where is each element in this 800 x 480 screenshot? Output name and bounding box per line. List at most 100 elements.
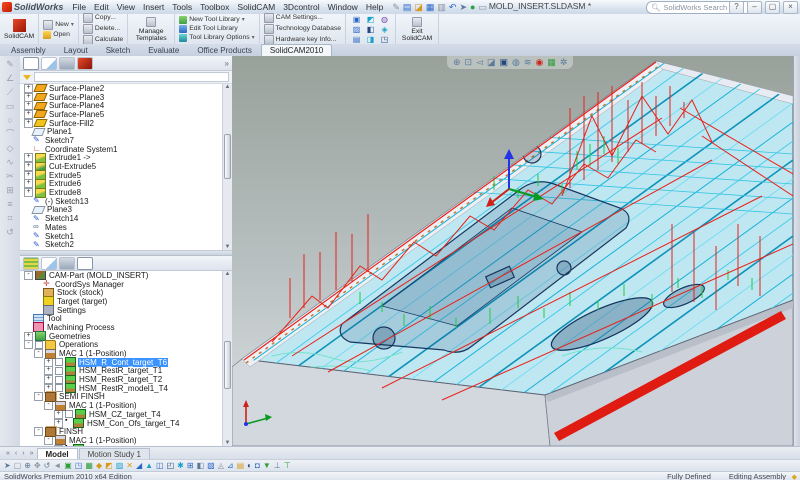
feature-label[interactable]: Sketch2 <box>44 240 75 249</box>
maximize-button[interactable]: ▢ <box>765 1 780 14</box>
cam-module-icon[interactable]: ◈ <box>378 25 391 34</box>
cam-slot-icon[interactable]: ▨ <box>116 461 124 471</box>
expand-toggle-icon[interactable] <box>24 137 31 144</box>
tab-scroll-last-icon[interactable]: » <box>28 450 36 457</box>
expand-toggle-icon[interactable]: + <box>24 92 33 102</box>
cam-module-icon[interactable]: ▤ <box>350 35 363 44</box>
quick-tips-icon[interactable]: ◆ <box>792 473 797 480</box>
tab-scroll-prev-icon[interactable]: ‹ <box>13 450 19 457</box>
solidcam-manager-tab[interactable] <box>77 56 93 70</box>
operation-checkbox[interactable] <box>65 417 71 426</box>
cam-chamfer-icon[interactable]: ◩ <box>105 461 113 471</box>
apply-scene-icon[interactable]: ▦ <box>547 57 556 68</box>
cam-thread-icon[interactable]: ✕ <box>126 461 133 471</box>
operation-checkbox[interactable] <box>55 375 63 384</box>
cam-item-label[interactable]: CoordSys Manager <box>54 280 125 289</box>
graphics-viewport[interactable]: ⊕ ⊡ ◅ ◪ ▣ ◍ ≋ ◉ ▦ ✲ <box>232 56 793 446</box>
expand-toggle-icon[interactable]: - <box>34 392 43 402</box>
menu-item[interactable]: Tools <box>168 2 196 12</box>
cam-toolbox-icon[interactable]: ⊞ <box>187 461 194 471</box>
ribbon-tab[interactable]: Sketch <box>97 44 139 56</box>
cam-post-icon[interactable]: ◘ <box>255 461 260 471</box>
feature-label[interactable]: Extrude6 <box>48 179 82 188</box>
cam-stop-icon[interactable]: ⊥ <box>274 461 281 471</box>
smart-dimension-icon[interactable]: ∠ <box>6 73 14 83</box>
pan-tool-icon[interactable]: ✥ <box>34 461 41 471</box>
expand-toggle-icon[interactable]: + <box>24 162 33 172</box>
cam-mill-3d-icon[interactable]: ◧ <box>197 461 205 471</box>
menu-item[interactable]: Window <box>324 2 362 12</box>
tab-scroll-next-icon[interactable]: › <box>20 450 26 457</box>
cam-item-label[interactable]: HSM_Con_Ofs_target_T4 <box>86 419 181 428</box>
cam-drilling-icon[interactable]: ◆ <box>96 461 102 471</box>
polygon-tool-icon[interactable]: ◇ <box>7 143 14 153</box>
feature-label[interactable]: Surface-Plane3 <box>48 93 105 102</box>
cam-item-label[interactable]: HSM_CZ_target_T4 <box>88 410 162 419</box>
expand-toggle-icon[interactable] <box>24 128 31 135</box>
feature-label[interactable]: Sketch7 <box>44 136 75 145</box>
cam-module-icon[interactable]: ◍ <box>378 15 391 24</box>
cam-settings-button[interactable]: CAM Settings... <box>263 13 341 23</box>
scroll-down-icon[interactable]: ▼ <box>223 244 232 250</box>
feature-label[interactable]: Surface-Plane5 <box>48 110 105 119</box>
feature-tree-row[interactable]: Plane1 <box>20 127 232 136</box>
section-view-icon[interactable]: ◪ <box>487 57 496 68</box>
feature-tree-row[interactable]: + Extrude6 <box>20 178 232 189</box>
feature-label[interactable]: Surface-Plane2 <box>48 84 105 93</box>
zoom-tool-icon[interactable]: ⊕ <box>24 461 31 471</box>
feature-manager-tab[interactable] <box>23 256 39 270</box>
feature-tree-row[interactable]: Sketch2 <box>20 240 232 249</box>
feature-tree-row[interactable]: + Cut-Extrude5 <box>20 161 232 172</box>
pointer-mode-icon[interactable]: ◄ <box>53 461 61 471</box>
feature-tree-row[interactable]: Sketch7 <box>20 136 232 145</box>
expand-toggle-icon[interactable]: + <box>44 366 53 376</box>
expand-toggle-icon[interactable] <box>24 206 31 213</box>
edit-tool-library-button[interactable]: Edit Tool Library <box>179 25 254 33</box>
tool-library-options-button[interactable]: Tool Library Options ▾ <box>179 34 255 42</box>
cam-item-label[interactable]: Stock (stock) <box>56 288 104 297</box>
cam-item-label[interactable]: Settings <box>56 306 87 315</box>
feature-label[interactable]: Coordinate System1 <box>44 145 118 154</box>
cam-module-icon[interactable]: ◩ <box>364 15 377 24</box>
viewport-3d-model[interactable] <box>232 56 793 446</box>
feature-tree-row[interactable]: + Extrude1 -> <box>20 152 232 163</box>
new-document-icon[interactable]: ▤ <box>403 2 412 12</box>
cam-module-icon[interactable]: ◨ <box>364 35 377 44</box>
cam-tree-row[interactable]: + HSM_CZ_target_T4 <box>20 409 232 420</box>
rectangle-tool-icon[interactable]: ▭ <box>6 101 15 111</box>
cam-probe-icon[interactable]: ⊿ <box>227 461 234 471</box>
scroll-up-icon[interactable]: ▲ <box>223 84 232 90</box>
cam-item-label[interactable]: HSM_R_Cont_target_T6 <box>78 357 169 367</box>
cam-park-icon[interactable]: ⊤ <box>284 461 291 471</box>
rotate-view-icon[interactable]: ↺ <box>44 461 51 471</box>
cam-tree-row[interactable]: - MAC 1 (1-Position) <box>20 435 232 446</box>
cam-item-label[interactable]: Target (target) <box>56 297 108 306</box>
cam-tree-row[interactable]: + HSM_R_Cont_target_T6 <box>20 357 232 368</box>
feature-tree-row[interactable]: + Surface-Plane2 <box>20 84 232 93</box>
spline-tool-icon[interactable]: ∿ <box>6 157 14 167</box>
property-manager-tab[interactable] <box>41 256 57 270</box>
cam-tree-row[interactable]: - MAC 1 (1-Position) <box>20 348 232 359</box>
panel-overflow-icon[interactable]: » <box>225 59 229 68</box>
expand-toggle-icon[interactable] <box>24 215 31 222</box>
cam-tree-row[interactable]: Tool <box>20 313 232 324</box>
new-tool-library-button[interactable]: New Tool Library ▾ <box>179 16 254 24</box>
cam-tree-row[interactable]: Settings <box>20 305 232 316</box>
motion-study-tab[interactable]: Motion Study 1 <box>78 447 150 460</box>
arc-tool-icon[interactable]: ⌒ <box>5 129 14 139</box>
filter-input[interactable] <box>34 72 229 82</box>
ribbon-tab[interactable]: Layout <box>55 44 97 56</box>
feature-tree-row[interactable]: (-) Sketch13 <box>20 197 232 206</box>
expand-toggle-icon[interactable]: + <box>44 357 53 367</box>
circle-tool-icon[interactable]: ○ <box>7 115 12 125</box>
expand-toggle-icon[interactable] <box>24 224 31 231</box>
menu-item[interactable]: Insert <box>139 2 168 12</box>
feature-tree-row[interactable]: Sketch1 <box>20 232 232 241</box>
expand-toggle-icon[interactable] <box>24 146 31 153</box>
feature-tree-row[interactable]: Coordinate System1 <box>20 145 232 154</box>
feature-tree-row[interactable]: + Surface-Plane4 <box>20 101 232 111</box>
feature-manager-tab[interactable] <box>23 56 39 70</box>
new-button[interactable]: New ▾ <box>43 19 74 30</box>
cam-item-label[interactable]: HSM_RestR_target_T1 <box>78 366 163 375</box>
edit-appearance-icon[interactable]: ◉ <box>535 57 543 68</box>
